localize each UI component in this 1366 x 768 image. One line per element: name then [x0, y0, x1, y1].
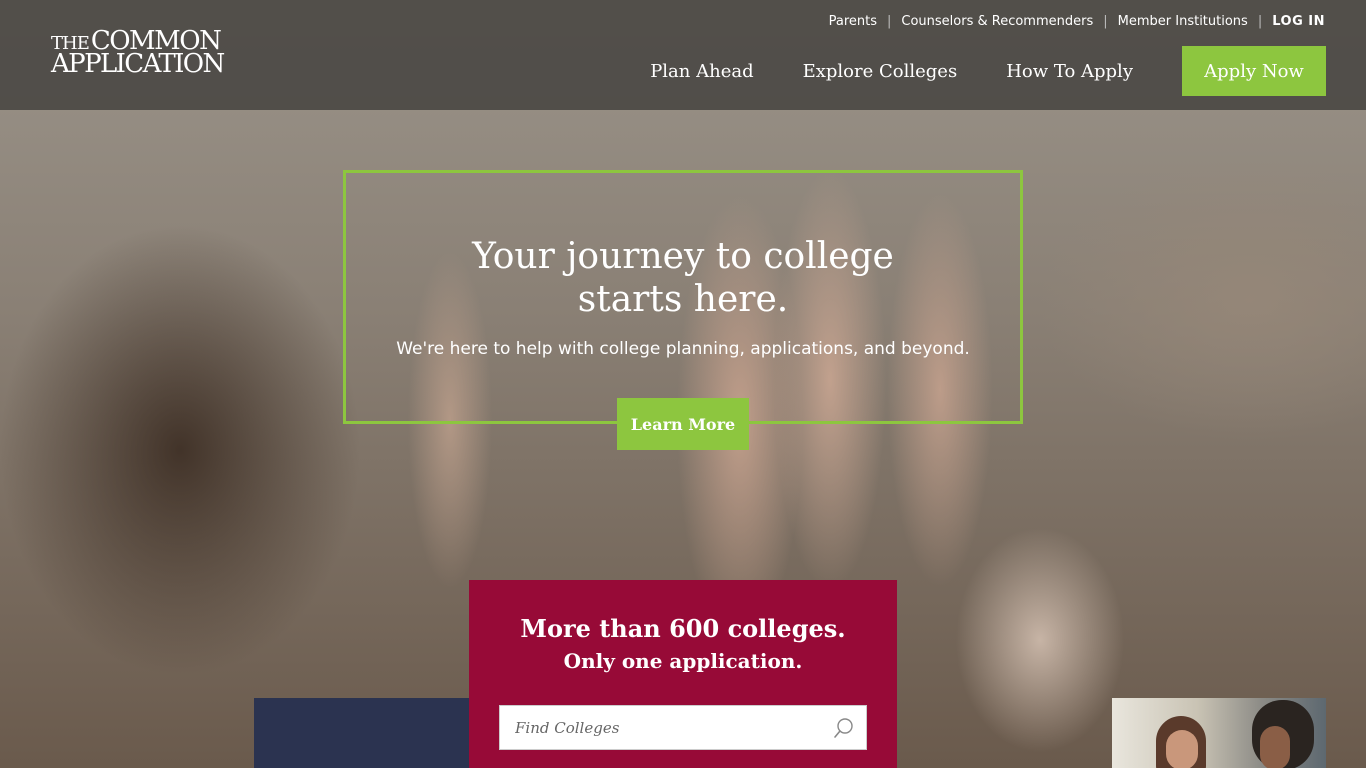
nav-plan-ahead[interactable]: Plan Ahead: [650, 61, 753, 82]
navy-teaser-panel: [254, 698, 470, 768]
find-colleges-input[interactable]: [500, 706, 822, 749]
hero-title-line1: Your journey to college: [472, 236, 894, 277]
util-link-member-institutions[interactable]: Member Institutions: [1118, 14, 1248, 29]
login-link[interactable]: LOG IN: [1272, 14, 1325, 29]
logo-application: APPLICATION: [51, 49, 225, 79]
utility-nav: Parents | Counselors & Recommenders | Me…: [829, 14, 1325, 29]
main-nav: Plan Ahead Explore Colleges How To Apply…: [650, 46, 1326, 96]
search-panel-subtitle: Only one application.: [563, 649, 803, 673]
learn-more-button[interactable]: Learn More: [617, 398, 749, 450]
apply-now-button[interactable]: Apply Now: [1182, 46, 1326, 96]
util-separator: |: [1257, 14, 1263, 29]
student-face-left: [1166, 730, 1198, 768]
util-link-parents[interactable]: Parents: [829, 14, 877, 29]
hero-title-line2: starts here.: [577, 279, 789, 320]
student-face-right: [1260, 726, 1290, 768]
nav-how-to-apply[interactable]: How To Apply: [1006, 61, 1133, 82]
search-panel-title: More than 600 colleges.: [520, 614, 846, 643]
site-header: THE COMMON APPLICATION Parents | Counsel…: [0, 0, 1366, 110]
college-search-panel: More than 600 colleges. Only one applica…: [469, 580, 897, 768]
util-separator: |: [887, 14, 892, 29]
find-colleges-search-box: [499, 705, 867, 750]
hero-title: Your journey to college starts here.: [346, 235, 1020, 321]
search-icon[interactable]: [822, 706, 866, 749]
common-app-logo[interactable]: THE COMMON APPLICATION: [51, 28, 225, 79]
hero-message-box: Your journey to college starts here. We'…: [343, 170, 1023, 424]
students-photo: [1112, 698, 1326, 768]
hero-subtitle: We're here to help with college planning…: [396, 339, 970, 359]
util-link-counselors[interactable]: Counselors & Recommenders: [901, 14, 1093, 29]
util-separator: |: [1103, 14, 1108, 29]
nav-explore-colleges[interactable]: Explore Colleges: [803, 61, 958, 82]
